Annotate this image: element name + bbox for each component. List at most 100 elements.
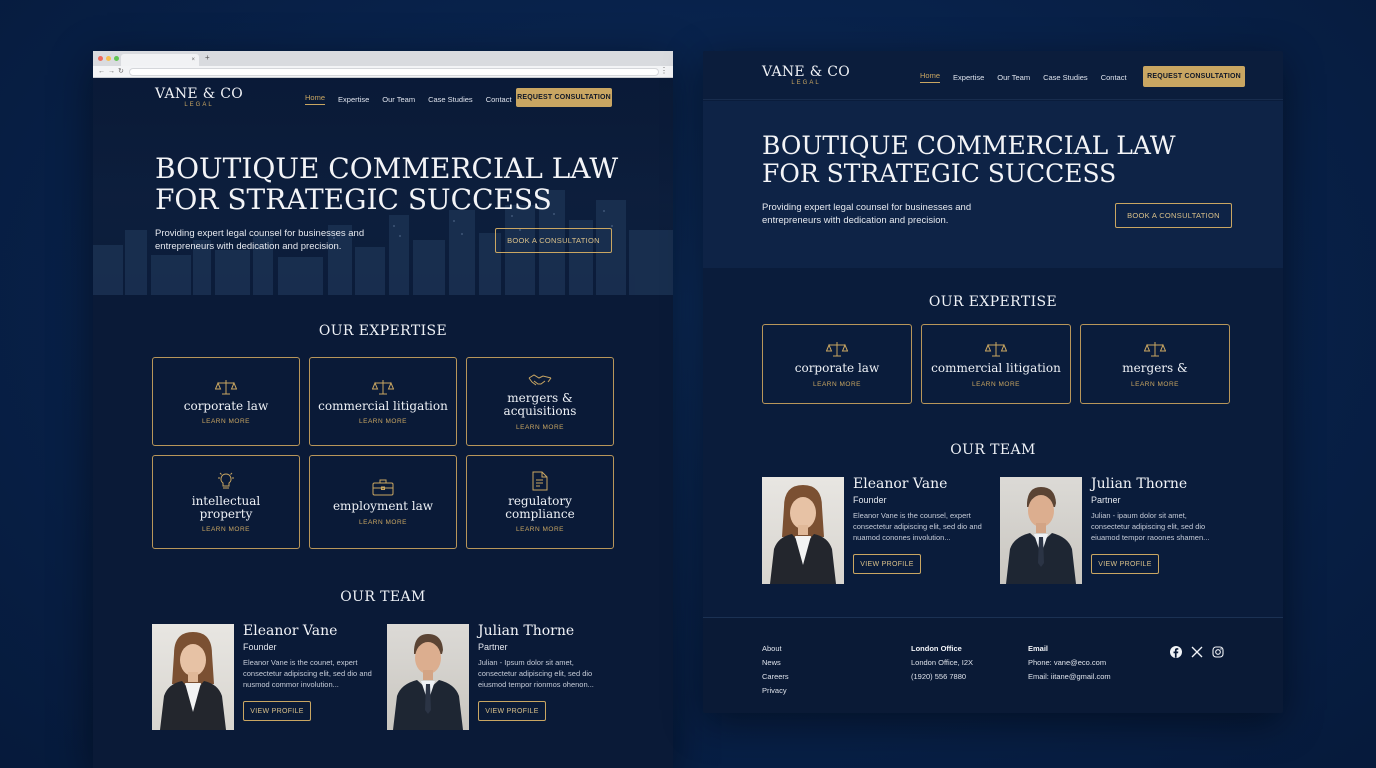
hero-subtitle: Providing expert legal counsel for busin…	[762, 202, 972, 227]
learn-more-link[interactable]: LEARN MORE	[516, 424, 564, 431]
footer-email-line[interactable]: Email: iitane@gmail.com	[1028, 670, 1111, 684]
view-profile-button[interactable]: VIEW PROFILE	[478, 701, 546, 722]
learn-more-link[interactable]: LEARN MORE	[202, 418, 250, 425]
member-name: Eleanor Vane	[853, 476, 948, 492]
footer-office-address: London Office, I2X	[911, 657, 973, 667]
handshake-icon	[528, 374, 552, 386]
member-role: Partner	[1091, 495, 1121, 506]
nav-links: Home Expertise Our Team Case Studies Con…	[920, 71, 1140, 83]
maximize-window-button[interactable]	[114, 56, 119, 61]
footer-phone-line[interactable]: Phone: vane@eco.com	[1028, 656, 1111, 670]
view-profile-button[interactable]: VIEW PROFILE	[243, 701, 311, 722]
expertise-card-corporate-law[interactable]: corporate law LEARN MORE	[762, 324, 912, 404]
brand-tagline: LEGAL	[184, 102, 214, 108]
hero-title-line-2: FOR STRATEGIC SUCCESS	[762, 159, 1117, 188]
card-title: corporate law	[794, 361, 880, 376]
browser-mockup-desktop: × + ←→↻ ⋮ VANE & CO LEGAL Home Expertise…	[93, 51, 673, 768]
top-navigation: VANE & CO LEGAL Home Expertise Our Team …	[703, 51, 1283, 100]
team-member-julian: Julian Thorne Partner Julian - ipaum dol…	[1000, 476, 1227, 584]
nav-link-home[interactable]: Home	[305, 93, 326, 105]
team-member-eleanor: Eleanor Vane Founder Eleanor Vane is the…	[762, 476, 989, 584]
team-member-julian: Julian Thorne Partner Julian - Ipsum dol…	[387, 623, 610, 730]
request-consultation-button[interactable]: REQUEST CONSULTATION	[516, 88, 612, 107]
scales-icon	[985, 342, 1007, 357]
browser-menu-icon[interactable]: ⋮	[660, 66, 668, 75]
browser-nav-icons[interactable]: ←→↻	[98, 67, 127, 75]
nav-link-expertise[interactable]: Expertise	[338, 95, 369, 104]
hero-section: VANE & CO LEGAL Home Expertise Our Team …	[93, 78, 673, 295]
expertise-section-title: OUR EXPERTISE	[928, 294, 1058, 310]
facebook-icon[interactable]	[1170, 646, 1182, 658]
learn-more-link[interactable]: LEARN MORE	[516, 526, 564, 533]
expertise-card-corporate-law[interactable]: corporate law LEARN MORE	[152, 357, 300, 446]
hero-title-line-1: BOUTIQUE COMMERCIAL LAW	[155, 152, 619, 185]
member-bio: Julian - Ipsum dolor sit amet, consectet…	[478, 658, 594, 690]
footer-link-news[interactable]: News	[762, 656, 789, 670]
website-mockup-tablet: VANE & CO LEGAL Home Expertise Our Team …	[703, 51, 1283, 713]
scales-icon	[372, 379, 394, 395]
member-name: Julian Thorne	[478, 623, 575, 639]
learn-more-link[interactable]: LEARN MORE	[1131, 381, 1179, 388]
x-icon[interactable]	[1191, 646, 1203, 658]
learn-more-link[interactable]: LEARN MORE	[813, 381, 861, 388]
footer-link-careers[interactable]: Careers	[762, 670, 789, 684]
learn-more-link[interactable]: LEARN MORE	[359, 418, 407, 425]
footer-link-privacy[interactable]: Privacy	[762, 684, 789, 698]
book-consultation-button[interactable]: BOOK A CONSULTATION	[1115, 203, 1232, 228]
hero-title-line-1: BOUTIQUE COMMERCIAL LAW	[762, 131, 1176, 160]
learn-more-link[interactable]: LEARN MORE	[359, 519, 407, 526]
nav-link-expertise[interactable]: Expertise	[953, 73, 984, 82]
learn-more-link[interactable]: LEARN MORE	[202, 526, 250, 533]
address-bar[interactable]	[129, 68, 659, 76]
expertise-card-mergers[interactable]: mergers & LEARN MORE	[1080, 324, 1230, 404]
member-name: Julian Thorne	[1091, 476, 1188, 492]
new-tab-icon[interactable]: +	[205, 53, 210, 62]
book-consultation-button[interactable]: BOOK A CONSULTATION	[495, 228, 612, 253]
instagram-icon[interactable]	[1212, 646, 1224, 658]
expertise-card-intellectual-property[interactable]: intellectual property LEARN MORE	[152, 455, 300, 549]
minimize-window-button[interactable]	[106, 56, 111, 61]
member-role: Founder	[243, 642, 277, 653]
document-icon	[532, 471, 548, 491]
brand-name: VANE & CO	[762, 64, 850, 80]
scales-icon	[215, 379, 237, 395]
hero-title: BOUTIQUE COMMERCIAL LAW FOR STRATEGIC SU…	[155, 153, 618, 216]
site-footer: About News Careers Privacy London Office…	[703, 617, 1283, 713]
card-title: mergers & acquisitions	[503, 391, 577, 418]
lightbulb-icon	[218, 472, 234, 489]
view-profile-button[interactable]: VIEW PROFILE	[1091, 554, 1159, 575]
expertise-section-title: OUR EXPERTISE	[318, 323, 448, 339]
nav-link-home[interactable]: Home	[920, 71, 941, 83]
expertise-card-regulatory-compliance[interactable]: regulatory compliance LEARN MORE	[466, 455, 614, 549]
nav-link-contact[interactable]: Contact	[1101, 73, 1127, 82]
footer-links: About News Careers Privacy	[762, 642, 789, 698]
nav-link-contact[interactable]: Contact	[486, 95, 512, 104]
card-title: intellectual property	[191, 493, 261, 521]
card-title: regulatory compliance	[505, 493, 575, 521]
expertise-card-employment-law[interactable]: employment law LEARN MORE	[309, 455, 457, 549]
footer-link-about[interactable]: About	[762, 642, 789, 656]
nav-link-our-team[interactable]: Our Team	[997, 73, 1030, 82]
browser-tab[interactable]: ×	[121, 54, 199, 66]
footer-office-title: London Office	[911, 644, 962, 653]
card-title: corporate law	[183, 398, 269, 413]
nav-link-case-studies[interactable]: Case Studies	[1043, 73, 1088, 82]
request-consultation-button[interactable]: REQUEST CONSULTATION	[1143, 66, 1245, 87]
member-bio: Julian - ipaum dolor sit amet, consectet…	[1091, 511, 1210, 543]
expertise-card-commercial-litigation[interactable]: commercial litigation LEARN MORE	[921, 324, 1071, 404]
view-profile-button[interactable]: VIEW PROFILE	[853, 554, 921, 575]
expertise-card-commercial-litigation[interactable]: commercial litigation LEARN MORE	[309, 357, 457, 446]
main-content: OUR EXPERTISE corporate law LEARN MORE c…	[703, 268, 1283, 617]
expertise-card-mergers-acquisitions[interactable]: mergers & acquisitions LEARN MORE	[466, 357, 614, 446]
card-title: mergers &	[1122, 361, 1188, 376]
nav-link-case-studies[interactable]: Case Studies	[428, 95, 473, 104]
julian-photo	[387, 624, 469, 730]
brand-logo[interactable]: VANE & CO LEGAL	[155, 86, 243, 108]
hero-subtitle: Providing expert legal counsel for busin…	[155, 228, 365, 253]
learn-more-link[interactable]: LEARN MORE	[972, 381, 1020, 388]
footer-contact: Email Phone: vane@eco.com Email: iitane@…	[1028, 642, 1111, 684]
portrait-image	[770, 485, 836, 584]
close-window-button[interactable]	[98, 56, 103, 61]
brand-logo[interactable]: VANE & CO LEGAL	[762, 64, 850, 86]
nav-link-our-team[interactable]: Our Team	[382, 95, 415, 104]
